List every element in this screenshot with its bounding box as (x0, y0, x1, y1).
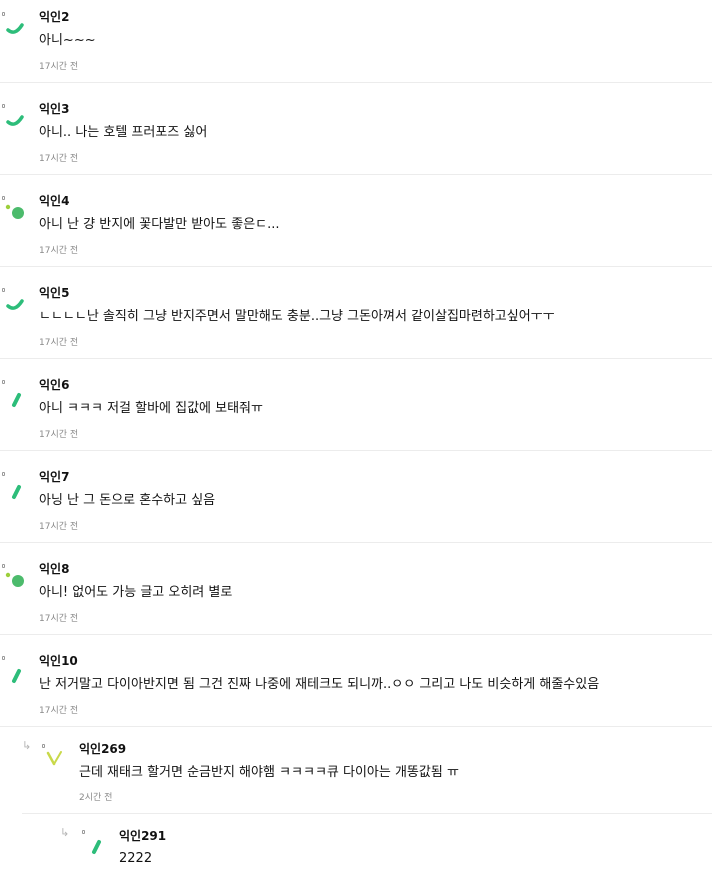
green-stroke-icon (92, 840, 101, 854)
comment-author[interactable]: 익인10 (39, 654, 78, 668)
comment-author[interactable]: 익인3 (39, 102, 69, 116)
comment: 익인5 ㄴㄴㄴㄴ난 솔직히 그냥 반지주면서 말만해도 충분..그냥 그돈아껴서… (0, 276, 712, 359)
user-avatar-icon[interactable] (2, 564, 32, 604)
comment-time: 17시간 전 (39, 62, 79, 72)
reply: ↳ 익인269 근데 재태크 할거면 순금반지 해야햄 ㅋㅋㅋㅋ큐 다이아는 개… (0, 736, 712, 816)
comment-author[interactable]: 익인7 (39, 470, 69, 484)
user-avatar-icon[interactable] (2, 196, 32, 236)
green-swoosh-icon (6, 299, 24, 310)
user-avatar-icon[interactable] (2, 380, 32, 420)
user-avatar-icon[interactable] (2, 656, 32, 696)
comment-author[interactable]: 익인8 (39, 562, 69, 576)
green-blob-icon (5, 204, 24, 219)
reply-text: 2222 (119, 851, 153, 866)
comment-author[interactable]: 익인5 (39, 286, 69, 300)
divider (0, 174, 712, 175)
reply-time: 2시간 전 (79, 793, 113, 803)
divider (0, 634, 712, 635)
comment: 익인7 아닝 난 그 돈으로 혼수하고 싶음 17시간 전 (0, 460, 712, 543)
user-avatar-icon[interactable] (82, 830, 112, 870)
divider (0, 358, 712, 359)
divider (0, 82, 712, 83)
user-avatar-icon[interactable] (42, 744, 72, 784)
reply-author[interactable]: 익인291 (119, 829, 166, 843)
comment: 익인8 아니! 없어도 가능 글고 오히려 별로 17시간 전 (0, 552, 712, 635)
comment-author[interactable]: 익인2 (39, 10, 69, 24)
user-avatar-icon[interactable] (2, 288, 32, 328)
comment-author[interactable]: 익인6 (39, 378, 69, 392)
comment-time: 17시간 전 (39, 430, 79, 440)
comment-time: 17시간 전 (39, 338, 79, 348)
comment-text: 난 저거말고 다이아반지면 됨 그건 진짜 나중에 재테크도 되니까..ㅇㅇ 그… (39, 677, 600, 692)
comment: 익인4 아니 난 걍 반지에 꽃다발만 받아도 좋은ㄷ... 17시간 전 (0, 184, 712, 267)
comment-text: 아닝 난 그 돈으로 혼수하고 싶음 (39, 493, 216, 508)
comment-time: 17시간 전 (39, 246, 79, 256)
comment-time: 17시간 전 (39, 154, 79, 164)
comment-text: 아니! 없어도 가능 글고 오히려 별로 (39, 585, 233, 600)
user-avatar-icon[interactable] (2, 472, 32, 512)
comment-time: 17시간 전 (39, 614, 79, 624)
comment-text: 아니~~~ (39, 33, 96, 48)
reply-author[interactable]: 익인269 (79, 742, 126, 756)
user-avatar-icon[interactable] (2, 12, 32, 52)
comment: 익인10 난 저거말고 다이아반지면 됨 그건 진짜 나중에 재테크도 되니까.… (0, 644, 712, 727)
green-stroke-icon (12, 669, 21, 683)
comment-time: 17시간 전 (39, 706, 79, 716)
divider (0, 542, 712, 543)
comment: 익인2 아니~~~ 17시간 전 (0, 0, 712, 83)
comment: 익인6 아니 ㅋㅋㅋ 저걸 할바에 집값에 보태줘ㅠ 17시간 전 (0, 368, 712, 451)
divider (0, 266, 712, 267)
lime-stroke-icon (46, 751, 62, 766)
divider (22, 813, 712, 814)
green-stroke-icon (12, 485, 21, 499)
comment-text: 아니 ㅋㅋㅋ 저걸 할바에 집값에 보태줘ㅠ (39, 401, 263, 416)
reply-text: 근데 재태크 할거면 순금반지 해야햄 ㅋㅋㅋㅋ큐 다이아는 개똥값됨 ㅠ (79, 765, 459, 780)
comment-text: ㄴㄴㄴㄴ난 솔직히 그냥 반지주면서 말만해도 충분..그냥 그돈아껴서 같이살… (39, 309, 555, 324)
comment-text: 아니 난 걍 반지에 꽃다발만 받아도 좋은ㄷ... (39, 217, 280, 232)
green-swoosh-icon (6, 23, 24, 34)
comment-time: 17시간 전 (39, 522, 79, 532)
reply-arrow-icon: ↳ (60, 826, 70, 839)
green-stroke-icon (12, 393, 21, 407)
divider (0, 726, 712, 727)
user-avatar-icon[interactable] (2, 104, 32, 144)
green-swoosh-icon (6, 115, 24, 126)
comment-author[interactable]: 익인4 (39, 194, 69, 208)
comment-text: 아니.. 나는 호텔 프러포즈 싫어 (39, 125, 208, 140)
reply: ↳ 익인291 2222 (0, 822, 712, 867)
comment: 익인3 아니.. 나는 호텔 프러포즈 싫어 17시간 전 (0, 92, 712, 175)
divider (0, 450, 712, 451)
green-blob-icon (5, 572, 24, 587)
reply-arrow-icon: ↳ (22, 739, 32, 752)
